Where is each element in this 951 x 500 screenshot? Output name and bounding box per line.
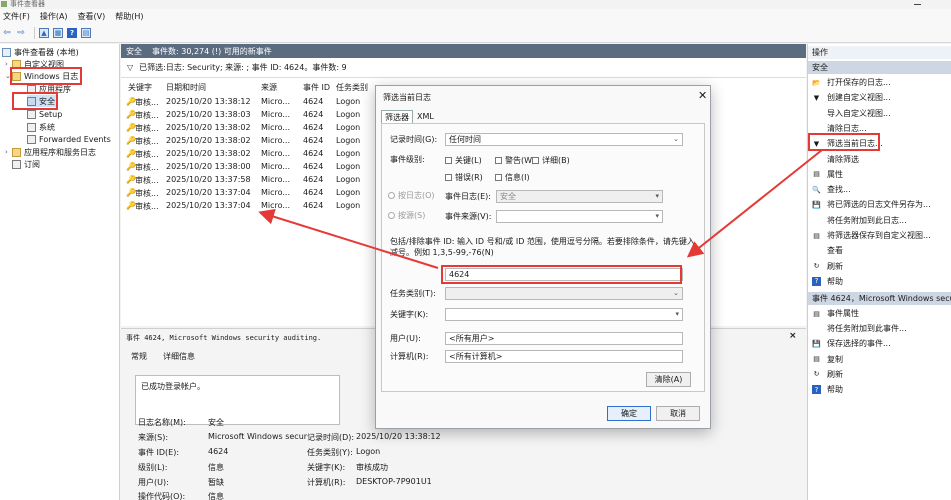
arrow-to-event-list [258,208,439,269]
annotation-arrows [258,149,823,269]
arrow-from-filter-action [686,149,823,258]
